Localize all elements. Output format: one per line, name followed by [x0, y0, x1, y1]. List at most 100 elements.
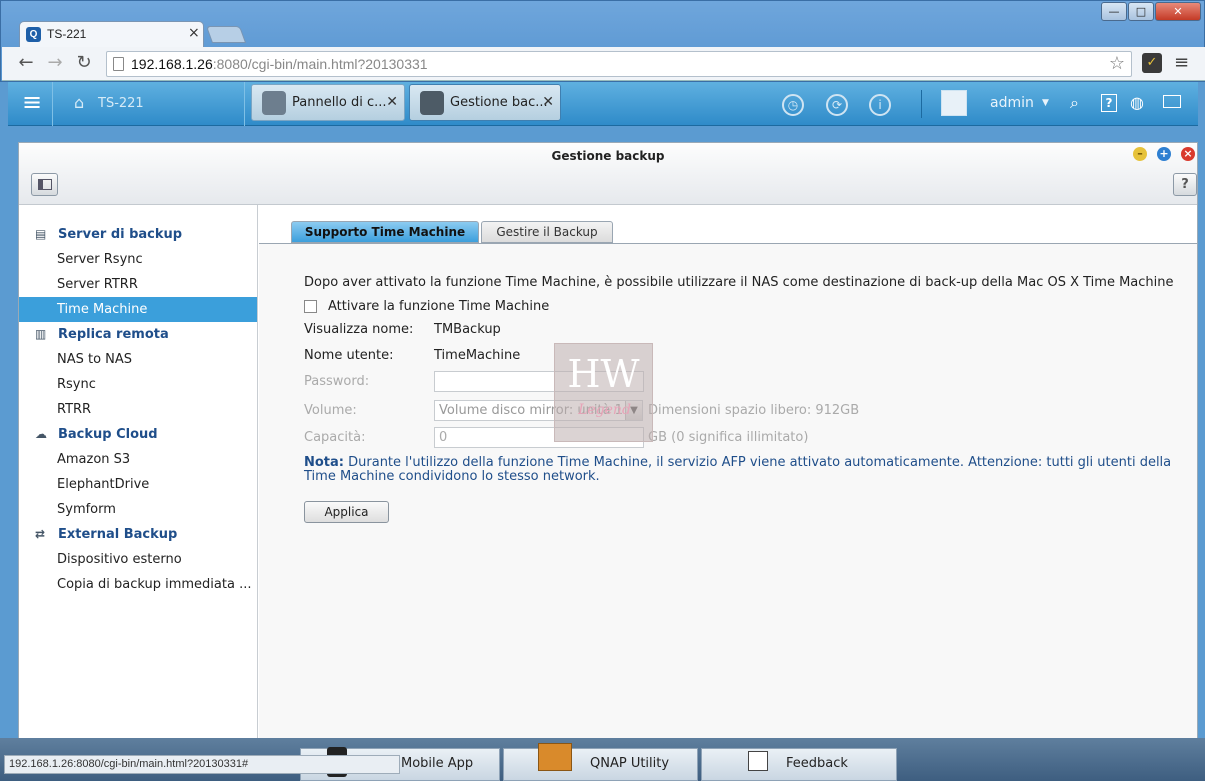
window-title: Gestione backup — [551, 149, 665, 163]
note-text: Nota: Durante l'utilizzo della funzione … — [304, 455, 1172, 484]
extension-icon[interactable]: ✓ — [1142, 53, 1162, 73]
desktop-icon[interactable] — [1163, 95, 1181, 108]
tab-backup-manager[interactable]: Gestione bac... ✕ — [409, 84, 561, 121]
browser-tab-title: TS-221 — [47, 27, 87, 41]
main-menu-icon[interactable]: ≡ — [22, 90, 42, 114]
sidebar-item-elephantdrive[interactable]: ElephantDrive — [19, 472, 257, 497]
url-text: 192.168.1.26:8080/cgi-bin/main.html?2013… — [131, 56, 428, 72]
browser-toolbar: ← → ↻ 192.168.1.26:8080/cgi-bin/main.htm… — [2, 47, 1205, 81]
close-icon[interactable]: × — [1181, 147, 1195, 161]
divider — [244, 82, 245, 126]
enable-time-machine-label: Attivare la funzione Time Machine — [328, 299, 550, 314]
sidebar-icon — [38, 179, 52, 190]
help-button[interactable]: ? — [1173, 173, 1197, 196]
tab-label: Gestione bac... — [450, 95, 548, 110]
sidebar-item-amazon-s3[interactable]: Amazon S3 — [19, 447, 257, 472]
cloud-icon: ☁ — [35, 427, 47, 441]
user-name[interactable]: admin — [990, 95, 1034, 111]
gear-icon — [262, 91, 286, 115]
sidebar: ▤ Server di backup Server Rsync Server RT… — [19, 205, 258, 752]
sidebar-item-rsync[interactable]: Rsync — [19, 372, 257, 397]
password-label: Password: — [304, 374, 370, 389]
minimize-icon[interactable]: – — [1133, 147, 1147, 161]
browser-tab[interactable]: Q TS-221 × — [19, 21, 204, 47]
maximize-window-button[interactable]: □ — [1128, 2, 1154, 21]
minimize-window-button[interactable]: — — [1101, 2, 1127, 21]
tab-label: Pannello di c... — [292, 95, 387, 110]
app-window: Gestione backup – + × ? ▤ Server di backu… — [18, 142, 1198, 752]
sidebar-item-external-device[interactable]: Dispositivo esterno — [19, 547, 257, 572]
main-content: Supporto Time Machine Gestire il Backup … — [259, 205, 1197, 752]
tab-time-machine-support[interactable]: Supporto Time Machine — [291, 221, 479, 243]
sidebar-item-nas-to-nas[interactable]: NAS to NAS — [19, 347, 257, 372]
server-icon: ▤ — [35, 227, 47, 241]
backup-icon — [420, 91, 444, 115]
home-label[interactable]: TS-221 — [98, 96, 144, 111]
dock-label: Feedback — [786, 756, 848, 771]
globe-icon[interactable]: ◍ — [1130, 93, 1144, 112]
close-icon[interactable]: ✕ — [542, 94, 554, 110]
info-icon[interactable]: i — [869, 94, 891, 116]
home-icon[interactable]: ⌂ — [74, 93, 84, 112]
qnap-favicon-icon: Q — [26, 27, 41, 42]
capacity-unit-text: GB (0 significa illimitato) — [648, 430, 809, 445]
sidebar-item-time-machine[interactable]: Time Machine — [19, 297, 257, 322]
window-titlebar: Gestione backup – + × ? — [19, 143, 1197, 205]
form-area: Dopo aver attivato la funzione Time Mach… — [259, 244, 1197, 752]
status-bar-url: 192.168.1.26:8080/cgi-bin/main.html?2013… — [4, 755, 400, 774]
clock-icon[interactable]: ◷ — [782, 94, 804, 116]
watermark-logo: HW Legend — [554, 343, 653, 442]
dock-label: QNAP Utility — [590, 756, 670, 771]
tab-manage-backup[interactable]: Gestire il Backup — [481, 221, 613, 243]
free-space-text: Dimensioni spazio libero: 912GB — [648, 403, 860, 418]
intro-text: Dopo aver attivato la funzione Time Mach… — [304, 275, 1174, 290]
page-icon — [113, 57, 124, 71]
close-window-button[interactable]: ✕ — [1155, 2, 1201, 21]
bookmark-star-icon[interactable]: ☆ — [1109, 53, 1125, 74]
back-icon[interactable]: ← — [15, 52, 37, 73]
sidebar-item-rtrr[interactable]: RTRR — [19, 397, 257, 422]
new-tab-button[interactable] — [205, 26, 247, 43]
avatar[interactable] — [941, 90, 967, 116]
display-name-label: Visualizza nome: — [304, 322, 414, 337]
username-value: TimeMachine — [434, 348, 521, 363]
dock-qnap-utility[interactable]: QNAP Utility — [503, 743, 698, 781]
browser-chrome: Q TS-221 × — □ ✕ ← → ↻ 192.168.1.26:8080… — [0, 0, 1205, 82]
apply-button[interactable]: Applica — [304, 501, 389, 523]
maximize-icon[interactable]: + — [1157, 147, 1171, 161]
tab-control-panel[interactable]: Pannello di c... ✕ — [251, 84, 405, 121]
sync-icon[interactable]: ⟳ — [826, 94, 848, 116]
sidebar-item-symform[interactable]: Symform — [19, 497, 257, 522]
display-name-value: TMBackup — [434, 322, 501, 337]
toggle-sidebar-button[interactable] — [31, 173, 58, 196]
sidebar-section-backup-server[interactable]: ▤ Server di backup — [35, 222, 258, 247]
search-icon[interactable]: ⌕ — [1070, 93, 1079, 113]
qts-topbar: ≡ ⌂ TS-221 Pannello di c... ✕ Gestione b… — [8, 82, 1198, 126]
sidebar-item-instant-backup[interactable]: Copia di backup immediata ... — [19, 572, 257, 597]
divider — [921, 90, 922, 118]
dock-label: Mobile App — [401, 756, 474, 771]
forward-icon[interactable]: → — [44, 52, 66, 73]
sidebar-item-server-rsync[interactable]: Server Rsync — [19, 247, 257, 272]
sidebar-section-remote-replication[interactable]: ▥ Replica remota — [35, 322, 258, 347]
help-icon[interactable]: ? — [1101, 94, 1117, 112]
enable-time-machine-checkbox[interactable] — [304, 300, 317, 313]
menu-icon[interactable]: ≡ — [1174, 52, 1189, 73]
capacity-label: Capacità: — [304, 430, 366, 445]
chevron-down-icon[interactable]: ▼ — [1042, 98, 1049, 108]
replication-icon: ▥ — [35, 327, 47, 341]
address-bar[interactable]: 192.168.1.26:8080/cgi-bin/main.html?2013… — [106, 51, 1132, 77]
volume-label: Volume: — [304, 403, 357, 418]
toolbox-icon — [538, 743, 572, 771]
sync-arrows-icon: ⇄ — [35, 527, 46, 541]
reload-icon[interactable]: ↻ — [73, 52, 95, 73]
sidebar-item-server-rtrr[interactable]: Server RTRR — [19, 272, 257, 297]
sidebar-section-backup-cloud[interactable]: ☁ Backup Cloud — [35, 422, 258, 447]
edit-icon — [748, 751, 768, 771]
dock-feedback[interactable]: Feedback — [701, 748, 897, 781]
sidebar-section-external-backup[interactable]: ⇄ External Backup — [35, 522, 258, 547]
divider — [52, 82, 53, 126]
close-tab-icon[interactable]: × — [188, 25, 200, 41]
username-label: Nome utente: — [304, 348, 394, 363]
close-icon[interactable]: ✕ — [386, 94, 398, 110]
